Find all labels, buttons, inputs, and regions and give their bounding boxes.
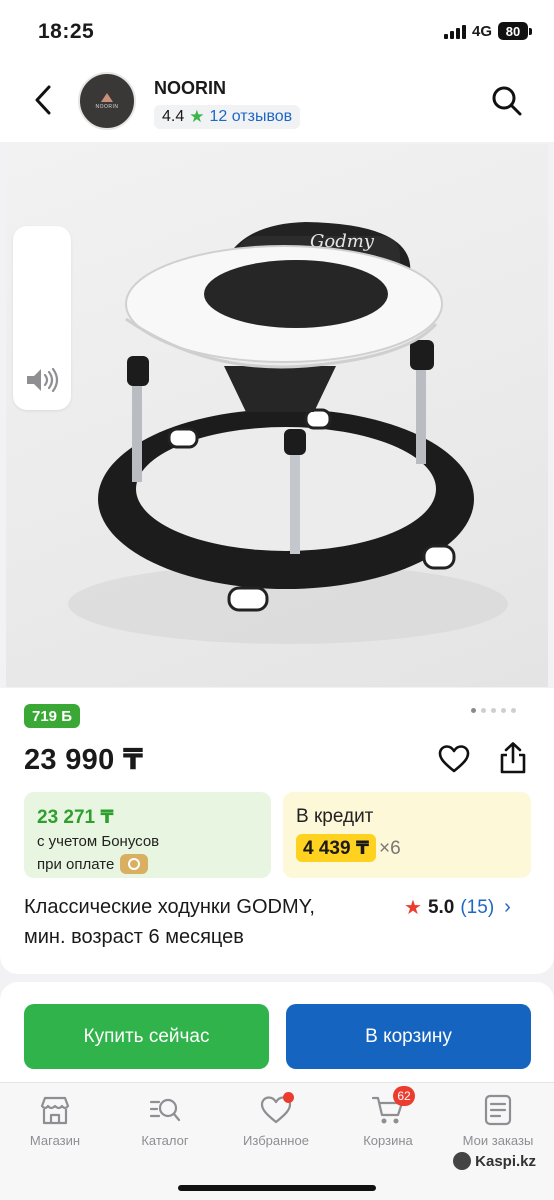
status-indicators: 4G 80 xyxy=(443,22,532,40)
tab-catalog[interactable]: Каталог xyxy=(110,1093,220,1148)
tab-orders-label: Мои заказы xyxy=(462,1133,534,1148)
logo-mark-icon xyxy=(101,92,113,102)
tab-cart[interactable]: 62 Корзина xyxy=(333,1086,443,1148)
product-rating-count: (15) xyxy=(460,896,495,918)
bonus-price-note: с учетом Бонусов xyxy=(37,833,160,850)
orders-icon xyxy=(484,1094,512,1126)
favorite-button[interactable] xyxy=(438,744,470,774)
gallery-dot[interactable] xyxy=(471,708,476,713)
shop-name[interactable]: NOORIN xyxy=(154,78,226,99)
kaspi-gold-icon xyxy=(120,854,149,874)
share-button[interactable] xyxy=(497,741,529,775)
network-type: 4G xyxy=(471,22,492,40)
credit-box[interactable]: В кредит 4 439 ₸ ×6 xyxy=(283,792,531,878)
star-icon: ★ xyxy=(189,107,205,126)
signal-icon xyxy=(443,24,466,39)
search-button[interactable] xyxy=(490,84,524,118)
product-info-card: 719 Б 23 990 ₸ 23 271 ₸ с учетом Бонусов… xyxy=(0,688,554,974)
gallery-dot[interactable] xyxy=(501,708,506,713)
gallery-dot[interactable] xyxy=(481,708,486,713)
kaspi-watermark: Kaspi.kz xyxy=(453,1152,536,1170)
store-icon xyxy=(40,1096,70,1125)
product-rating-link[interactable]: ★ 5.0 (15) › xyxy=(404,895,511,920)
chevron-left-icon xyxy=(35,85,51,115)
star-icon: ★ xyxy=(404,897,422,919)
tab-catalog-label: Каталог xyxy=(141,1133,189,1148)
catalog-search-icon xyxy=(149,1098,181,1122)
speaker-icon xyxy=(27,367,59,393)
battery-icon: 80 xyxy=(498,22,532,40)
tab-cart-label: Корзина xyxy=(363,1133,413,1148)
tab-favorites[interactable]: Избранное xyxy=(221,1092,331,1148)
chevron-right-icon: › xyxy=(504,896,511,918)
product-price: 23 990 ₸ xyxy=(24,744,144,776)
buy-now-button[interactable]: Купить сейчас xyxy=(24,1004,269,1069)
bonus-badge: 719 Б xyxy=(24,704,80,728)
status-bar: 18:25 4G 80 xyxy=(0,0,554,62)
credit-payment: 4 439 ₸ xyxy=(296,834,377,862)
kaspi-logo-icon xyxy=(453,1152,472,1170)
bonus-price-value: 23 271 ₸ xyxy=(37,807,114,828)
shop-reviews-link[interactable]: 12 отзывов xyxy=(210,108,293,126)
product-title-line1: Классические ходунки GODMY, xyxy=(24,896,315,918)
add-to-cart-button[interactable]: В корзину xyxy=(286,1004,531,1069)
product-title-line2: мин. возраст 6 месяцев xyxy=(24,926,244,948)
favorites-dot xyxy=(283,1092,294,1103)
battery-level: 80 xyxy=(498,22,528,40)
tab-store-label: Магазин xyxy=(29,1133,81,1148)
product-rating-value: 5.0 xyxy=(427,896,455,918)
shop-header: NOORIN NOORIN 4.4 ★ 12 отзывов xyxy=(0,62,554,142)
shop-rating-value: 4.4 xyxy=(162,108,185,125)
status-time: 18:25 xyxy=(38,20,95,43)
bonus-payment-note: при оплате xyxy=(37,854,149,874)
product-image[interactable]: Godmy xyxy=(6,144,548,687)
gallery-dot[interactable] xyxy=(491,708,496,713)
shop-logo[interactable]: NOORIN xyxy=(78,72,136,130)
heart-icon xyxy=(438,745,470,773)
logo-text: NOORIN xyxy=(95,103,119,110)
bonus-price-box[interactable]: 23 271 ₸ с учетом Бонусов при оплате xyxy=(24,792,271,878)
bonus-payment-text: при оплате xyxy=(37,855,115,873)
search-icon xyxy=(492,86,522,116)
watermark-text: Kaspi.kz xyxy=(475,1152,536,1170)
shop-rating[interactable]: 4.4 ★ 12 отзывов xyxy=(154,105,301,129)
gallery-dot[interactable] xyxy=(511,708,516,713)
tab-favorites-label: Избранное xyxy=(243,1133,309,1148)
credit-multiplier: ×6 xyxy=(379,838,401,859)
baby-walker-image: Godmy xyxy=(68,222,508,644)
share-icon xyxy=(500,742,526,774)
bottom-tab-bar: Магазин Каталог Избранное 62 Корзина Мои… xyxy=(0,1082,554,1200)
action-panel: Купить сейчас В корзину xyxy=(0,982,554,1082)
volume-overlay xyxy=(13,226,71,410)
back-button[interactable] xyxy=(28,80,58,120)
home-indicator xyxy=(178,1185,376,1191)
tab-store[interactable]: Магазин xyxy=(0,1093,110,1148)
gallery-dots xyxy=(471,708,516,713)
credit-title: В кредит xyxy=(296,806,374,827)
tab-orders[interactable]: Мои заказы xyxy=(443,1093,553,1148)
cart-count-badge: 62 xyxy=(393,1086,415,1106)
